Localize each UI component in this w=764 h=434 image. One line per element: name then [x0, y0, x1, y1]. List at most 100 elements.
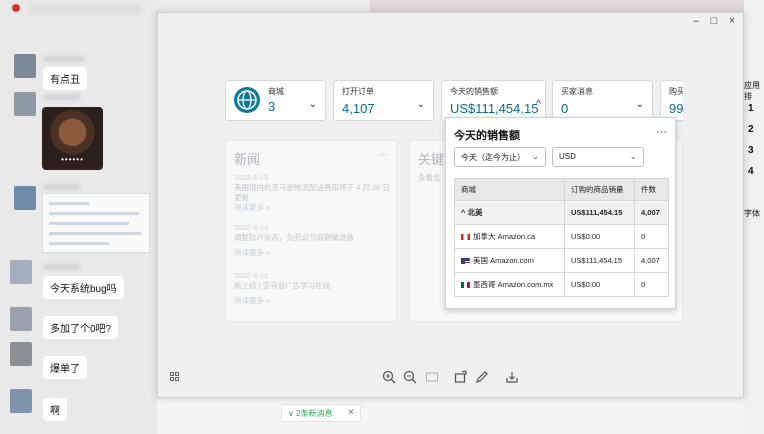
thumbnail-grid-icon[interactable] — [170, 372, 180, 382]
sales-value: US$0.00 — [563, 272, 636, 297]
currency-value: USD — [559, 152, 576, 161]
message-bubble[interactable]: 啊 — [43, 398, 67, 421]
sender-name-blurred — [44, 94, 80, 100]
chevron-down-icon: ⌄ — [416, 99, 425, 110]
chevron-up-icon: ^ — [536, 99, 541, 110]
image-viewer-window: – □ × 商城 3 ⌄ 打开订单 4,107 ⌄ 今天的销售额 US$111,… — [157, 12, 744, 398]
screenshot-thumbnail-message[interactable] — [42, 193, 150, 253]
todays-sales-popup: 今天的销售额 ··· 今天（迄今为止） ⌄ USD ⌄ 商城 订购的商品销量 件… — [445, 117, 676, 309]
actual-size-icon[interactable] — [424, 370, 440, 386]
chat-panel: 有点丑 •••••• 今天系统bug吗 多加了个0吧? 爆单了 啊 — [0, 0, 157, 434]
card-buyer-messages[interactable]: 买家消息 0 ⌄ — [552, 80, 653, 121]
currency-select[interactable]: USD ⌄ — [552, 147, 644, 167]
period-value: 今天（迄今为止） — [461, 153, 525, 162]
sales-value: US$111,454.15 — [563, 200, 636, 225]
news-text: 美国境内的亚马逊物流配送费用将于 4 月 28 日更新 — [234, 183, 390, 202]
card-value: 0 — [561, 101, 569, 116]
read-more-link[interactable]: 阅读更多 » — [234, 296, 394, 306]
table-header-row: 商城 订购的商品销量 件数 — [454, 178, 669, 201]
sales-value: US$111,454.15 — [563, 248, 636, 273]
avatar[interactable] — [10, 389, 32, 413]
table-row[interactable]: 墨西哥 Amazon.com.mx US$0.00 0 — [454, 272, 669, 297]
card-label: 商城 — [268, 87, 284, 96]
table-row-region[interactable]: ^ 北美 US$111,454.15 4,007 — [454, 200, 669, 225]
card-todays-sales[interactable]: 今天的销售额 US$111,454.15 ^ — [441, 80, 546, 121]
edit-pencil-icon[interactable] — [474, 370, 490, 386]
message-bubble[interactable]: 多加了个0吧? — [43, 316, 119, 339]
popup-title: 今天的销售额 — [454, 130, 520, 142]
units-value: 0 — [634, 224, 669, 249]
card-value: US$111,454.15 — [450, 101, 539, 116]
sales-table: 商城 订购的商品销量 件数 ^ 北美 US$111,454.15 4,007 加… — [454, 178, 669, 297]
more-options-icon[interactable]: ··· — [656, 126, 667, 138]
news-item[interactable]: 2022-4-13 调整账户状态，为劳动节假期做准备 阅读更多 » — [234, 223, 394, 258]
message-text: 爆单了 — [50, 364, 80, 375]
message-text: 啊 — [50, 406, 60, 417]
news-item[interactable]: 2022-4-12 新上线 | 亚马逊广告学习在线 阅读更多 » — [234, 271, 394, 306]
app-label: 应用排 — [744, 81, 760, 101]
card-marketplaces[interactable]: 商城 3 ⌄ — [225, 80, 326, 121]
avatar[interactable] — [10, 307, 32, 331]
message-text: 多加了个0吧? — [50, 324, 112, 335]
avatar[interactable] — [10, 260, 32, 284]
avatar[interactable] — [10, 342, 32, 366]
card-label: 打开订单 — [342, 87, 374, 96]
message-bubble[interactable]: 有点丑 — [43, 67, 87, 90]
news-text: 调整账户状态，为劳动节假期做准备 — [234, 233, 354, 242]
read-more-link[interactable]: 阅读更多 » — [234, 248, 394, 258]
card-label: 购买 — [669, 87, 683, 96]
close-button[interactable]: × — [724, 15, 740, 27]
dog-photo-message[interactable]: •••••• — [42, 107, 103, 170]
card-value: 3 — [268, 99, 276, 114]
card-open-orders[interactable]: 打开订单 4,107 ⌄ — [333, 80, 434, 121]
units-value: 0 — [634, 272, 669, 297]
download-icon[interactable] — [504, 370, 520, 386]
rank-number: 4 — [748, 166, 754, 177]
rank-number: 1 — [748, 103, 754, 114]
news-item[interactable]: 2022-4-13 美国境内的亚马逊物流配送费用将于 4 月 28 日更新 阅读… — [234, 173, 394, 213]
zoom-in-icon[interactable] — [381, 370, 397, 386]
rank-number: 2 — [748, 124, 754, 135]
table-row[interactable]: 加拿大 Amazon.ca US$0.00 0 — [454, 224, 669, 249]
read-more-link[interactable]: 阅读更多 » — [234, 203, 394, 213]
column-header[interactable]: 商城 — [454, 178, 565, 201]
notification-dot — [12, 4, 20, 12]
card-buy-box[interactable]: 购买 99 — [660, 80, 683, 121]
background-window-strip — [370, 0, 764, 12]
column-header[interactable]: 订购的商品销量 — [563, 178, 636, 201]
background-right-pane: 应用排 1 2 3 4 字体 — [744, 0, 764, 434]
message-bubble[interactable]: 今天系统bug吗 — [43, 276, 124, 299]
caret-up-icon[interactable]: ^ — [461, 208, 465, 217]
message-bubble[interactable]: 爆单了 — [43, 356, 87, 379]
zoom-out-icon[interactable] — [402, 370, 418, 386]
close-icon[interactable]: × — [348, 407, 354, 418]
sender-name-blurred — [44, 56, 84, 62]
card-value: 99 — [669, 101, 683, 116]
message-text: 有点丑 — [50, 75, 80, 86]
news-text: 新上线 | 亚马逊广告学习在线 — [234, 281, 331, 290]
new-messages-pill[interactable]: ∨ 2条新消息 × — [281, 404, 361, 422]
units-value: 4,007 — [634, 248, 669, 273]
minimize-button[interactable]: – — [688, 15, 704, 27]
avatar[interactable] — [14, 54, 36, 78]
more-options-icon[interactable]: ··· — [377, 149, 388, 161]
period-select[interactable]: 今天（迄今为止） ⌄ — [454, 147, 546, 167]
news-title: 新闻 — [234, 152, 261, 167]
message-text: 今天系统bug吗 — [50, 284, 117, 295]
table-row[interactable]: 美国 Amazon.com US$111,454.15 4,007 — [454, 248, 669, 273]
avatar[interactable] — [14, 92, 36, 116]
chat-title-blurred — [30, 4, 140, 14]
chevron-down-icon: ⌄ — [629, 151, 637, 161]
avatar[interactable] — [14, 186, 36, 210]
rotate-icon[interactable] — [453, 370, 469, 386]
column-header[interactable]: 件数 — [634, 178, 669, 201]
chevron-down-icon: ⌄ — [531, 151, 539, 161]
maximize-button[interactable]: □ — [706, 15, 722, 27]
region-name: 北美 — [467, 208, 483, 217]
news-panel: 新闻 ··· 2022-4-13 美国境内的亚马逊物流配送费用将于 4 月 28… — [225, 140, 397, 322]
card-label: 今天的销售额 — [450, 87, 498, 96]
mexico-flag-icon — [461, 282, 470, 289]
us-flag-icon — [461, 258, 470, 265]
news-date: 2022-4-12 — [234, 271, 269, 280]
units-value: 4,007 — [634, 200, 669, 225]
